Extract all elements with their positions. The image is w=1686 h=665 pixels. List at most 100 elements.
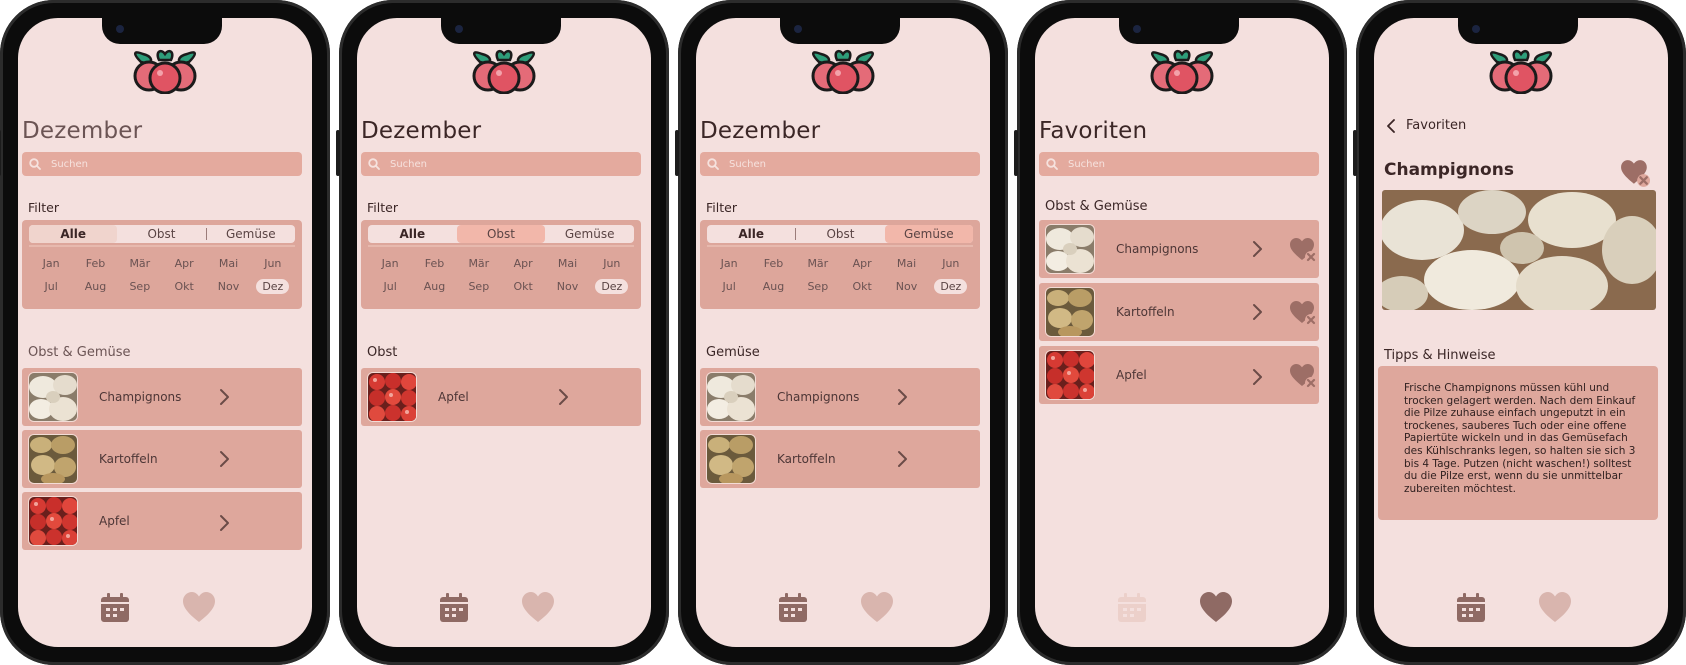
month-nov[interactable]: Nov	[206, 279, 250, 294]
month-aug[interactable]: Aug	[412, 279, 456, 294]
item-label: Champignons	[777, 390, 860, 404]
favorite-item-champignons[interactable]: Champignons	[1039, 220, 1319, 278]
month-dez-active[interactable]: Dez	[590, 279, 634, 294]
divider	[707, 245, 973, 247]
heart-nav-icon[interactable]	[182, 591, 216, 625]
month-mar[interactable]: Mär	[457, 256, 501, 271]
month-apr[interactable]: Apr	[501, 256, 545, 271]
heart-nav-icon[interactable]	[860, 591, 894, 625]
list-item-apfel[interactable]: Apfel	[361, 368, 641, 426]
month-aug[interactable]: Aug	[73, 279, 117, 294]
category-segmented-control: Alle Obst Gemüse	[707, 225, 973, 243]
page-title: Dezember	[22, 118, 143, 144]
month-jun[interactable]: Jun	[251, 256, 295, 271]
champignons-image	[1046, 225, 1094, 273]
month-sep[interactable]: Sep	[457, 279, 501, 294]
month-mai[interactable]: Mai	[545, 256, 589, 271]
month-jul[interactable]: Jul	[707, 279, 751, 294]
month-dez-active[interactable]: Dez	[251, 279, 295, 294]
month-jan[interactable]: Jan	[368, 256, 412, 271]
month-jul[interactable]: Jul	[29, 279, 73, 294]
phone-1: Dezember Suchen Filter Alle Obst Gemüse …	[0, 0, 330, 665]
remove-favorite-icon[interactable]	[1289, 237, 1317, 263]
phone-4: Favoriten Suchen Obst & Gemüse Champigno…	[1014, 0, 1347, 665]
calendar-nav-icon[interactable]	[98, 591, 132, 625]
segment-gemuese-selected[interactable]: Gemüse	[884, 225, 973, 243]
month-jun[interactable]: Jun	[929, 256, 973, 271]
calendar-nav-icon[interactable]	[1115, 591, 1149, 625]
champignons-image	[29, 373, 77, 421]
search-input[interactable]: Suchen	[22, 152, 302, 176]
calendar-nav-icon[interactable]	[437, 591, 471, 625]
remove-favorite-icon[interactable]	[1289, 300, 1317, 326]
segment-obst[interactable]: Obst	[796, 225, 884, 243]
month-apr[interactable]: Apr	[162, 256, 206, 271]
kartoffeln-image	[707, 435, 755, 483]
item-label: Apfel	[438, 390, 469, 404]
remove-favorite-icon[interactable]	[1620, 158, 1650, 188]
segment-gemuese[interactable]: Gemüse	[207, 225, 295, 243]
search-icon	[1046, 158, 1058, 170]
month-okt[interactable]: Okt	[840, 279, 884, 294]
search-input[interactable]: Suchen	[361, 152, 641, 176]
chevron-right-icon	[1253, 241, 1262, 257]
screen-2: Dezember Suchen Filter Alle Obst Gemüse …	[357, 18, 651, 647]
back-button[interactable]: Favoriten	[1386, 118, 1466, 133]
list-item-kartoffeln[interactable]: Kartoffeln	[700, 430, 980, 488]
notch	[780, 18, 900, 44]
heart-nav-icon[interactable]	[1538, 591, 1572, 625]
segment-obst-selected[interactable]: Obst	[456, 225, 546, 243]
apfel-image	[29, 497, 77, 545]
month-picker: Jan Feb Mär Apr Mai Jun Jul Aug Sep Okt …	[368, 256, 634, 294]
month-jul[interactable]: Jul	[368, 279, 412, 294]
phone-3: Dezember Suchen Filter Alle Obst Gemüse …	[675, 0, 1008, 665]
segment-obst[interactable]: Obst	[117, 225, 205, 243]
screen-4: Favoriten Suchen Obst & Gemüse Champigno…	[1035, 18, 1329, 647]
month-jun[interactable]: Jun	[590, 256, 634, 271]
month-okt[interactable]: Okt	[501, 279, 545, 294]
month-okt[interactable]: Okt	[162, 279, 206, 294]
month-mai[interactable]: Mai	[206, 256, 250, 271]
tips-title: Tipps & Hinweise	[1384, 348, 1496, 363]
month-mar[interactable]: Mär	[118, 256, 162, 271]
search-input[interactable]: Suchen	[700, 152, 980, 176]
month-nov[interactable]: Nov	[884, 279, 928, 294]
heart-nav-icon[interactable]	[1199, 591, 1233, 625]
month-feb[interactable]: Feb	[751, 256, 795, 271]
phone-5: Favoriten Champignons Tipps & Hinweise F…	[1353, 0, 1686, 665]
month-dez-active[interactable]: Dez	[929, 279, 973, 294]
calendar-nav-icon[interactable]	[1454, 591, 1488, 625]
screen-3: Dezember Suchen Filter Alle Obst Gemüse …	[696, 18, 990, 647]
list-item-champignons[interactable]: Champignons	[700, 368, 980, 426]
list-item-kartoffeln[interactable]: Kartoffeln	[22, 430, 302, 488]
apfel-image	[368, 373, 416, 421]
favorite-item-apfel[interactable]: Apfel	[1039, 346, 1319, 404]
month-jan[interactable]: Jan	[707, 256, 751, 271]
list-item-champignons[interactable]: Champignons	[22, 368, 302, 426]
month-nov[interactable]: Nov	[545, 279, 589, 294]
item-label: Kartoffeln	[99, 452, 158, 466]
remove-favorite-icon[interactable]	[1289, 363, 1317, 389]
chevron-left-icon	[1387, 118, 1395, 133]
item-label: Kartoffeln	[777, 452, 836, 466]
segment-alle[interactable]: Alle	[29, 225, 118, 243]
month-feb[interactable]: Feb	[73, 256, 117, 271]
segment-gemuese[interactable]: Gemüse	[545, 225, 634, 243]
month-apr[interactable]: Apr	[840, 256, 884, 271]
month-jan[interactable]: Jan	[29, 256, 73, 271]
month-mai[interactable]: Mai	[884, 256, 928, 271]
favorite-item-kartoffeln[interactable]: Kartoffeln	[1039, 283, 1319, 341]
item-label: Kartoffeln	[1116, 305, 1175, 319]
segment-alle[interactable]: Alle	[707, 225, 795, 243]
calendar-nav-icon[interactable]	[776, 591, 810, 625]
category-segmented-control: Alle Obst Gemüse	[29, 225, 295, 243]
search-input[interactable]: Suchen	[1039, 152, 1319, 176]
month-sep[interactable]: Sep	[796, 279, 840, 294]
heart-nav-icon[interactable]	[521, 591, 555, 625]
month-sep[interactable]: Sep	[118, 279, 162, 294]
month-mar[interactable]: Mär	[796, 256, 840, 271]
month-feb[interactable]: Feb	[412, 256, 456, 271]
list-item-apfel[interactable]: Apfel	[22, 492, 302, 550]
segment-alle[interactable]: Alle	[368, 225, 457, 243]
month-aug[interactable]: Aug	[751, 279, 795, 294]
